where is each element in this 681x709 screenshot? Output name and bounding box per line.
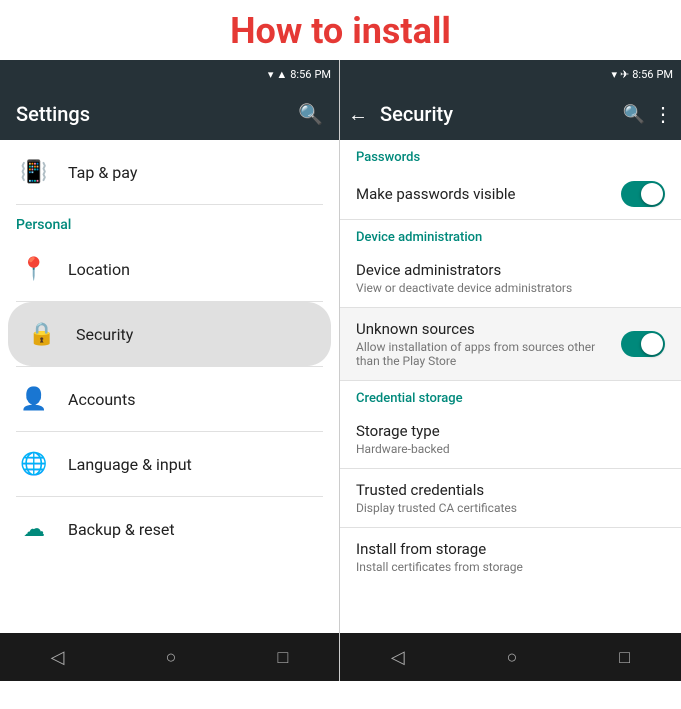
right-time: 8:56 [632, 68, 653, 81]
location-label: Location [68, 260, 130, 279]
right-toolbar: ← Security 🔍 ⋮ [340, 88, 681, 140]
tap-pay-icon: 📳 [16, 154, 52, 190]
storage-type-subtitle: Hardware-backed [356, 442, 665, 456]
settings-item-accounts[interactable]: 👤 Accounts [0, 367, 339, 431]
right-recent-nav[interactable]: □ [619, 647, 630, 668]
credential-storage-section-header: Credential storage [340, 381, 681, 410]
left-search-icon[interactable]: 🔍 [298, 102, 323, 126]
trusted-credentials-subtitle: Display trusted CA certificates [356, 501, 665, 515]
unknown-sources-item[interactable]: Unknown sources Allow installation of ap… [340, 308, 681, 380]
wifi-icon: ▾ [268, 68, 274, 81]
make-passwords-toggle[interactable] [621, 181, 665, 207]
security-icon: 🔒 [24, 316, 60, 352]
language-icon: 🌐 [16, 446, 52, 482]
right-airplane-icon: ✈ [620, 68, 629, 81]
right-nav-bar: ◁ ○ □ [340, 633, 681, 681]
section-personal-header: Personal [0, 205, 339, 237]
device-admin-text: Device administrators View or deactivate… [356, 261, 665, 295]
left-recent-nav[interactable]: □ [278, 647, 289, 668]
device-admin-section-header: Device administration [340, 220, 681, 249]
device-administrators-item[interactable]: Device administrators View or deactivate… [340, 249, 681, 307]
right-content: Passwords Make passwords visible Device … [340, 140, 681, 633]
signal-icon: ▲ [276, 68, 287, 81]
right-toolbar-right: 🔍 ⋮ [623, 102, 673, 126]
back-button[interactable]: ← [344, 100, 372, 128]
storage-type-text: Storage type Hardware-backed [356, 422, 665, 456]
trusted-credentials-item[interactable]: Trusted credentials Display trusted CA c… [340, 469, 681, 527]
backup-icon: ☁ [16, 511, 52, 547]
unknown-sources-text: Unknown sources Allow installation of ap… [356, 320, 621, 368]
left-status-bar: ▾ ▲ 8:56 PM [0, 60, 339, 88]
install-from-storage-text: Install from storage Install certificate… [356, 540, 665, 574]
page-title: How to install [0, 0, 681, 60]
unknown-sources-subtitle: Allow installation of apps from sources … [356, 340, 621, 368]
install-from-storage-title: Install from storage [356, 540, 665, 558]
left-time: 8:56 [290, 68, 311, 81]
right-panel: ▾ ✈ 8:56 PM ← Security 🔍 ⋮ Passwords [340, 60, 681, 681]
accounts-label: Accounts [68, 390, 135, 409]
right-back-nav[interactable]: ◁ [391, 647, 405, 668]
unknown-sources-toggle[interactable] [621, 331, 665, 357]
right-more-icon[interactable]: ⋮ [653, 102, 673, 126]
settings-item-location[interactable]: 📍 Location [0, 237, 339, 301]
settings-item-security[interactable]: 🔒 Security [8, 302, 331, 366]
make-passwords-visible-text: Make passwords visible [356, 185, 515, 203]
trusted-credentials-title: Trusted credentials [356, 481, 665, 499]
left-content: 📳 Tap & pay Personal 📍 Location 🔒 Securi… [0, 140, 339, 633]
right-home-nav[interactable]: ○ [507, 647, 518, 668]
left-toolbar: Settings 🔍 [0, 88, 339, 140]
make-passwords-visible-item[interactable]: Make passwords visible [340, 169, 681, 219]
security-label: Security [76, 325, 133, 344]
settings-title: Settings [16, 102, 90, 126]
unknown-sources-toggle-knob [641, 333, 663, 355]
left-panel: ▾ ▲ 8:56 PM Settings 🔍 📳 Tap & pay Perso… [0, 60, 340, 681]
unknown-sources-title: Unknown sources [356, 320, 621, 338]
passwords-section-header: Passwords [340, 140, 681, 169]
device-admin-subtitle: View or deactivate device administrators [356, 281, 665, 295]
accounts-icon: 👤 [16, 381, 52, 417]
left-home-nav[interactable]: ○ [166, 647, 177, 668]
trusted-credentials-text: Trusted credentials Display trusted CA c… [356, 481, 665, 515]
settings-item-tap-pay[interactable]: 📳 Tap & pay [0, 140, 339, 204]
security-page-title: Security [380, 102, 453, 126]
left-time-ampm: PM [314, 68, 331, 81]
make-passwords-title: Make passwords visible [356, 185, 515, 203]
right-wifi-icon: ▾ [611, 68, 617, 81]
location-icon: 📍 [16, 251, 52, 287]
backup-label: Backup & reset [68, 520, 175, 539]
install-from-storage-item[interactable]: Install from storage Install certificate… [340, 528, 681, 586]
right-status-bar: ▾ ✈ 8:56 PM [340, 60, 681, 88]
device-admin-title: Device administrators [356, 261, 665, 279]
left-back-nav[interactable]: ◁ [51, 647, 65, 668]
language-label: Language & input [68, 455, 192, 474]
right-toolbar-left: ← Security [344, 100, 453, 128]
left-status-icons: ▾ ▲ 8:56 PM [268, 68, 331, 81]
right-status-icons: ▾ ✈ 8:56 PM [611, 68, 673, 81]
storage-type-item[interactable]: Storage type Hardware-backed [340, 410, 681, 468]
storage-type-title: Storage type [356, 422, 665, 440]
settings-item-language[interactable]: 🌐 Language & input [0, 432, 339, 496]
left-nav-bar: ◁ ○ □ [0, 633, 339, 681]
right-time-ampm: PM [656, 68, 673, 81]
make-passwords-toggle-knob [641, 183, 663, 205]
right-search-icon[interactable]: 🔍 [623, 104, 645, 125]
install-from-storage-subtitle: Install certificates from storage [356, 560, 665, 574]
settings-item-backup[interactable]: ☁ Backup & reset [0, 497, 339, 561]
tap-pay-label: Tap & pay [68, 163, 137, 182]
